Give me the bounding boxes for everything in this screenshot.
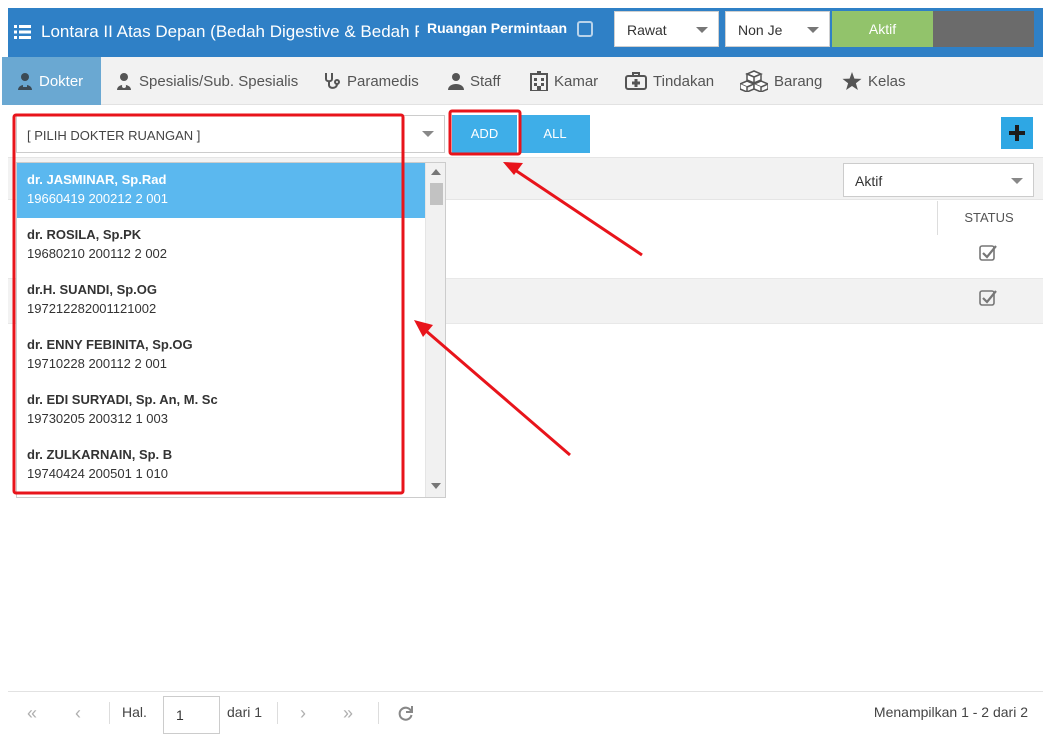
doctor-combo-placeholder: [ PILIH DOKTER RUANGAN ] [27, 128, 201, 143]
page-label: Hal. [122, 704, 147, 720]
tab-spesialis[interactable]: Spesialis/Sub. Spesialis [115, 57, 298, 105]
doctor-nip: 19680210 200112 2 002 [27, 246, 168, 261]
top-bar: Lontara II Atas Depan (Bedah Digestive &… [8, 8, 1043, 57]
tab-barang[interactable]: Barang [740, 57, 822, 105]
stethoscope-icon [325, 73, 340, 89]
specialist-icon [117, 73, 131, 90]
pagination-bar: « ‹ Hal. 1 dari 1 › » Menampilkan 1 - 2 … [8, 691, 1043, 735]
app-window: Lontara II Atas Depan (Bedah Digestive &… [2, 8, 1043, 735]
doctor-name: dr. ROSILA, Sp.PK [27, 227, 142, 242]
scrollbar-thumb[interactable] [430, 183, 443, 205]
doctor-name: dr.H. SUANDI, Sp.OG [27, 282, 158, 297]
checked-checkbox-icon[interactable] [979, 243, 998, 262]
list-item[interactable]: dr. ZULKARNAIN, Sp. B 19740424 200501 1 … [17, 438, 425, 493]
list-menu-icon[interactable] [14, 24, 31, 40]
dropdown-scrollbar[interactable] [425, 163, 445, 497]
user-icon [448, 73, 464, 90]
tab-label: Spesialis/Sub. Spesialis [139, 72, 299, 90]
star-icon [842, 71, 862, 90]
doctor-nip: 19660419 200212 2 001 [27, 191, 168, 206]
tab-kamar[interactable]: Kamar [530, 57, 598, 105]
care-type-select[interactable]: Rawat [614, 11, 719, 47]
previous-page-icon[interactable]: ‹ [75, 703, 81, 723]
doctor-combo[interactable]: [ PILIH DOKTER RUANGAN ] [16, 115, 445, 153]
tab-label: Kamar [554, 72, 599, 90]
list-item[interactable]: dr. ENNY FEBINITA, Sp.OG 19710228 200112… [17, 328, 425, 383]
request-room-checkbox[interactable] [577, 21, 593, 37]
divider [378, 702, 379, 724]
doctor-nip: 19740424 200501 1 010 [27, 466, 168, 481]
divider [277, 702, 278, 724]
doctor-name: dr. JASMINAR, Sp.Rad [27, 172, 167, 187]
last-page-icon[interactable]: » [343, 703, 353, 723]
insurance-type-select[interactable]: Non Je [725, 11, 830, 47]
medkit-icon [625, 72, 647, 90]
page-number-input[interactable]: 1 [163, 696, 220, 734]
active-toggle-off[interactable] [933, 11, 1034, 47]
doctor-dropdown-list: dr. JASMINAR, Sp.Rad 19660419 200212 2 0… [16, 162, 446, 498]
refresh-icon[interactable] [397, 705, 414, 722]
tab-staff[interactable]: Staff [448, 57, 501, 105]
first-page-icon[interactable]: « [27, 703, 37, 723]
tab-label: Staff [470, 72, 501, 90]
add-button[interactable]: ADD [452, 115, 517, 153]
care-type-value: Rawat [627, 22, 667, 38]
doctor-nip: 19710228 200112 2 001 [27, 356, 168, 371]
list-item[interactable]: dr. JASMINAR, Sp.Rad 19660419 200212 2 0… [17, 163, 425, 218]
list-item[interactable]: dr.H. SUANDI, Sp.OG 197212282001121002 [17, 273, 425, 328]
chevron-down-icon [696, 27, 708, 33]
doctor-nip: 19730205 200312 1 003 [27, 411, 168, 426]
status-filter-select[interactable]: Aktif [843, 163, 1034, 197]
list-item[interactable]: dr. EDI SURYADI, Sp. An, M. Sc 19730205 … [17, 383, 425, 438]
list-item[interactable]: dr. ROSILA, Sp.PK 19680210 200112 2 002 [17, 218, 425, 273]
chevron-down-icon [1011, 178, 1023, 184]
next-page-icon[interactable]: › [300, 703, 306, 723]
boxes-icon [740, 70, 768, 92]
tab-label: Tindakan [653, 72, 715, 90]
tab-label: Dokter [39, 72, 84, 90]
doctor-name: dr. ENNY FEBINITA, Sp.OG [27, 337, 193, 352]
all-button[interactable]: ALL [520, 115, 590, 153]
insurance-type-value: Non Je [738, 22, 783, 38]
tab-paramedis[interactable]: Paramedis [323, 57, 419, 105]
doctor-name: dr. EDI SURYADI, Sp. An, M. Sc [27, 392, 218, 407]
tab-kelas[interactable]: Kelas [842, 57, 906, 105]
room-title: Lontara II Atas Depan (Bedah Digestive &… [41, 22, 419, 41]
tab-dokter[interactable]: Dokter [2, 57, 101, 105]
chevron-down-icon [807, 27, 819, 33]
divider [109, 702, 110, 724]
hospital-icon [530, 71, 548, 91]
request-room-label: Ruangan Permintaan [427, 20, 568, 36]
page-count-label: dari 1 [227, 704, 263, 720]
doctor-name: dr. ZULKARNAIN, Sp. B [27, 447, 173, 462]
scroll-down-arrow-icon[interactable] [431, 483, 441, 489]
records-summary: Menampilkan 1 - 2 dari 2 [873, 704, 1028, 720]
tab-label: Paramedis [347, 72, 419, 90]
plus-icon [1009, 125, 1025, 141]
active-toggle-on[interactable]: Aktif [832, 11, 933, 47]
scroll-up-arrow-icon[interactable] [431, 169, 441, 175]
tab-bar: Dokter Spesialis/Sub. Spesialis Paramedi… [2, 57, 1043, 105]
tab-tindakan[interactable]: Tindakan [625, 57, 714, 105]
tab-label: Barang [774, 72, 823, 90]
add-new-button[interactable] [1001, 117, 1033, 149]
chevron-down-icon[interactable] [422, 131, 434, 137]
status-column-header[interactable]: STATUS [937, 210, 1041, 225]
status-filter-value: Aktif [855, 173, 883, 189]
checked-checkbox-icon[interactable] [979, 288, 998, 307]
doctor-nip: 197212282001121002 [27, 301, 157, 316]
tab-label: Kelas [868, 72, 906, 90]
doctor-icon [18, 73, 32, 90]
